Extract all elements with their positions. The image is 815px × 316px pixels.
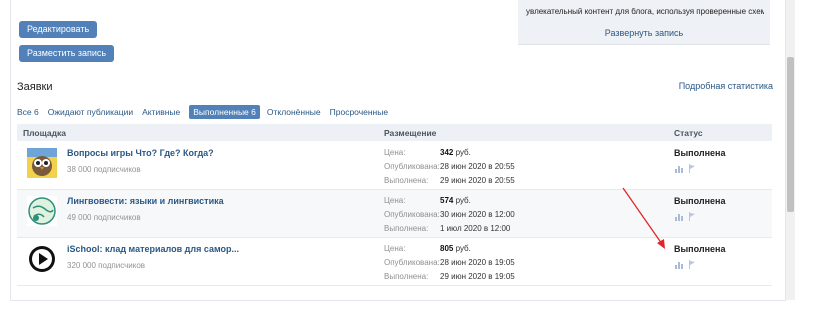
annotation-arrow-icon [622,187,665,249]
vertical-scrollbar[interactable] [786,0,795,300]
ads-orders-panel: Редактировать Разместить запись увлекате… [10,0,786,301]
scrollbar-thumb[interactable] [787,57,794,212]
